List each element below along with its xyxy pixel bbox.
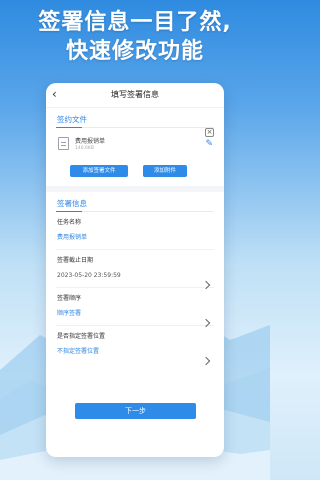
add-attachment-button[interactable]: 添加附件 <box>143 165 187 177</box>
sign-position-field[interactable]: 是否指定签署位置 不指定签署位置 <box>46 326 224 366</box>
task-name-value[interactable]: 费用报销单 <box>46 234 224 242</box>
section-title-sign-info: 签署信息 <box>57 199 87 208</box>
chevron-right-icon[interactable] <box>201 356 211 366</box>
sign-order-field[interactable]: 签署顺序 顺序签署 <box>46 288 224 328</box>
headline-line-1: 签署信息一目了然, <box>38 10 232 35</box>
add-sign-file-button[interactable]: 添加签署文件 <box>70 165 128 177</box>
contract-file-item[interactable]: 费用报销单 140.6KB ✎ × <box>56 128 214 156</box>
task-name-field[interactable]: 任务名称 费用报销单 <box>46 219 224 242</box>
navigation-bar: ‹ 填写签署信息 <box>46 83 224 108</box>
section-title-contract: 签约文件 <box>57 115 87 124</box>
deadline-value[interactable]: 2023-05-20 23:59:59 <box>46 272 224 280</box>
sign-order-label: 签署顺序 <box>57 295 82 302</box>
sign-position-label: 是否指定签署位置 <box>57 333 106 340</box>
sign-order-value[interactable]: 顺序签署 <box>46 310 224 318</box>
section-divider <box>56 211 214 212</box>
file-size: 140.6KB <box>75 146 94 151</box>
task-name-label: 任务名称 <box>57 219 82 226</box>
close-icon[interactable]: × <box>205 128 214 137</box>
document-icon <box>58 137 69 150</box>
page-title: 填写签署信息 <box>111 90 159 99</box>
sign-position-value[interactable]: 不指定签署位置 <box>46 348 224 356</box>
headline-line-2: 快速修改功能 <box>65 39 204 64</box>
form-card: ‹ 填写签署信息 签约文件 费用报销单 140.6KB ✎ × 添加签署文件 添… <box>46 83 224 457</box>
deadline-field[interactable]: 签署截止日期 2023-05-20 23:59:59 <box>46 250 224 290</box>
deadline-label: 签署截止日期 <box>57 257 94 264</box>
edit-icon[interactable]: ✎ <box>205 140 213 149</box>
file-name: 费用报销单 <box>75 138 106 145</box>
section-divider <box>56 127 214 128</box>
promo-headline: 签署信息一目了然, 快速修改功能 <box>0 8 270 66</box>
section-gap <box>46 186 224 192</box>
file-actions: 添加签署文件 添加附件 <box>46 165 224 179</box>
next-step-button[interactable]: 下一步 <box>75 403 196 419</box>
